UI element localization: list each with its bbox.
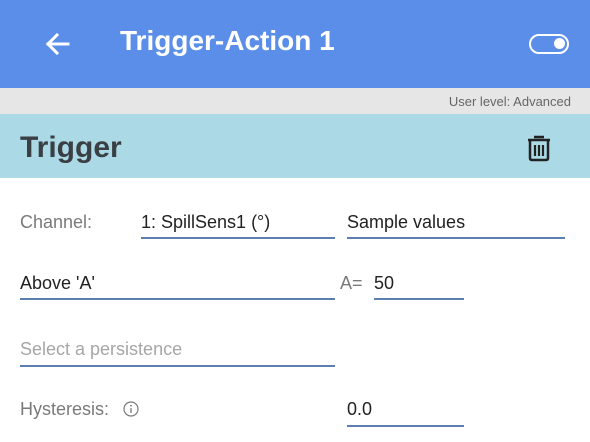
channel-underline <box>141 237 335 239</box>
a-value-input[interactable]: 50 <box>374 273 394 294</box>
app-bar: Trigger-Action 1 <box>0 0 590 88</box>
page-title: Trigger-Action 1 <box>120 25 335 56</box>
hysteresis-underline <box>347 425 464 427</box>
user-level-text: User level: Advanced <box>448 94 571 109</box>
enable-toggle[interactable] <box>529 34 569 54</box>
info-circle-icon[interactable] <box>123 401 139 417</box>
sample-mode-underline <box>347 237 565 239</box>
sample-mode-select[interactable]: Sample values <box>347 212 465 233</box>
trigger-section-header: Trigger <box>0 114 590 178</box>
a-value-underline <box>374 298 464 300</box>
section-title: Trigger <box>20 131 122 164</box>
trash-icon[interactable] <box>525 134 553 162</box>
arrow-left-icon[interactable] <box>38 24 78 64</box>
channel-label: Channel: <box>20 212 93 232</box>
persistence-select[interactable]: Select a persistence <box>20 339 182 360</box>
toggle-knob <box>554 38 565 49</box>
persistence-underline <box>20 365 335 367</box>
condition-underline <box>20 298 335 300</box>
user-level-bar: User level: Advanced <box>0 88 590 114</box>
channel-select[interactable]: 1: SpillSens1 (°) <box>141 212 270 233</box>
hysteresis-input[interactable]: 0.0 <box>347 399 372 420</box>
hysteresis-label: Hysteresis: <box>20 399 110 419</box>
a-label: A= <box>340 273 363 293</box>
condition-select[interactable]: Above 'A' <box>20 273 95 294</box>
